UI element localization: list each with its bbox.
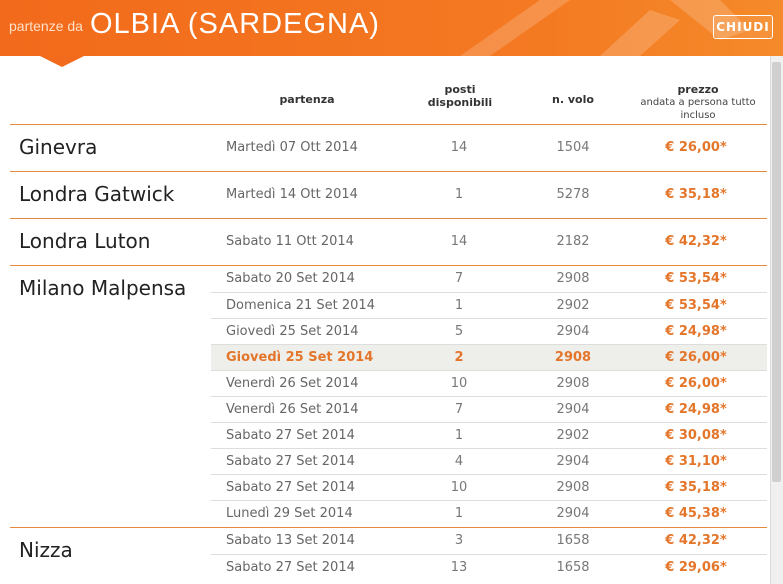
flight-price: € 53,54*: [665, 271, 727, 286]
flight-number: 1658: [556, 533, 590, 548]
available-seats: 4: [454, 454, 464, 469]
available-seats: 2: [454, 350, 464, 365]
flight-number: 2182: [556, 234, 590, 249]
flight-row[interactable]: Sabato 27 Set 2014 4 2904 € 31,10*: [211, 449, 767, 475]
column-header-seats-line2: disponibili: [427, 96, 493, 109]
destination-name: Ginevra: [19, 135, 98, 159]
flight-row[interactable]: Sabato 20 Set 2014 7 2908 € 53,54*: [211, 266, 767, 292]
departure-date: Venerdì 26 Set 2014: [226, 376, 359, 391]
flight-row[interactable]: Sabato 27 Set 2014 13 1658 € 29,06*: [211, 555, 767, 581]
available-seats: 14: [450, 140, 468, 155]
available-seats: 14: [450, 234, 468, 249]
flight-number: 2904: [556, 402, 590, 417]
departure-date: Sabato 27 Set 2014: [226, 480, 355, 495]
departure-date: Sabato 13 Set 2014: [226, 533, 355, 548]
departure-date: Domenica 21 Set 2014: [226, 298, 375, 313]
available-seats: 10: [450, 376, 468, 391]
available-seats: 1: [454, 187, 464, 202]
departure-date: Martedì 14 Ott 2014: [226, 187, 358, 202]
flight-row[interactable]: Domenica 21 Set 2014 1 2902 € 53,54*: [211, 293, 767, 319]
flight-number: 2908: [556, 480, 590, 495]
column-header-price: prezzo andata a persona tutto incluso: [634, 83, 762, 122]
flight-number: 2908: [554, 350, 592, 365]
flight-row[interactable]: Sabato 27 Set 2014 10 2908 € 35,18*: [211, 475, 767, 501]
flight-number: 2908: [556, 271, 590, 286]
header-pointer: [40, 56, 84, 67]
available-seats: 5: [454, 324, 464, 339]
flight-price: € 31,10*: [665, 454, 727, 469]
flight-row[interactable]: Venerdì 26 Set 2014 7 2904 € 24,98*: [211, 397, 767, 423]
flight-price: € 45,38*: [665, 506, 727, 521]
departure-date: Giovedì 25 Set 2014: [226, 350, 374, 365]
flight-number: 2904: [556, 454, 590, 469]
available-seats: 1: [454, 428, 464, 443]
flight-price: € 26,00*: [665, 140, 727, 155]
flight-price: € 42,32*: [665, 533, 727, 548]
flight-row[interactable]: Lunedì 29 Set 2014 1 2904 € 45,38*: [211, 501, 767, 527]
flight-number: 1658: [556, 560, 590, 575]
flight-price: € 24,98*: [665, 324, 727, 339]
flight-number: 5278: [556, 187, 590, 202]
flight-price: € 29,06*: [665, 560, 727, 575]
flight-row[interactable]: Martedì 07 Ott 2014 14 1504 € 26,00*: [211, 135, 767, 161]
available-seats: 7: [454, 271, 464, 286]
destination-name: Milano Malpensa: [19, 276, 187, 300]
page-title: OLBIA (SARDEGNA): [90, 8, 380, 40]
departure-date: Sabato 20 Set 2014: [226, 271, 355, 286]
header-prefix: partenze da: [9, 18, 83, 34]
available-seats: 10: [450, 480, 468, 495]
departure-date: Sabato 27 Set 2014: [226, 560, 355, 575]
flight-row[interactable]: Sabato 27 Set 2014 1 2902 € 30,08*: [211, 423, 767, 449]
flight-price: € 35,18*: [665, 187, 727, 202]
departure-date: Sabato 11 Ott 2014: [226, 234, 354, 249]
header-bar: partenze da OLBIA (SARDEGNA) CHIUDI: [0, 0, 783, 56]
flight-row[interactable]: Sabato 13 Set 2014 3 1658 € 42,32*: [211, 528, 767, 554]
flight-row[interactable]: Venerdì 26 Set 2014 10 2908 € 26,00*: [211, 371, 767, 397]
column-header-departure: partenza: [279, 93, 335, 106]
flight-number: 2902: [556, 428, 590, 443]
departure-date: Giovedì 25 Set 2014: [226, 324, 359, 339]
flight-price: € 35,18*: [665, 480, 727, 495]
column-header-flight: n. volo: [552, 93, 594, 106]
flight-row[interactable]: Giovedì 25 Set 2014 5 2904 € 24,98*: [211, 319, 767, 345]
available-seats: 1: [454, 506, 464, 521]
available-seats: 13: [450, 560, 468, 575]
flight-price: € 53,54*: [665, 298, 727, 313]
destination-name: Londra Luton: [19, 229, 151, 253]
available-seats: 3: [454, 533, 464, 548]
flight-price: € 26,00*: [665, 376, 727, 391]
departure-date: Sabato 27 Set 2014: [226, 454, 355, 469]
flight-number: 2904: [556, 324, 590, 339]
column-header-seats: posti disponibili: [410, 83, 510, 109]
group-separator: [10, 171, 767, 172]
flight-price: € 24,98*: [665, 402, 727, 417]
flight-price: € 30,08*: [665, 428, 727, 443]
flight-number: 1504: [556, 140, 590, 155]
scrollbar-thumb[interactable]: [772, 62, 781, 482]
departure-date: Lunedì 29 Set 2014: [226, 506, 353, 521]
flight-price: € 42,32*: [665, 234, 727, 249]
flight-number: 2904: [556, 506, 590, 521]
flight-row[interactable]: Martedì 14 Ott 2014 1 5278 € 35,18*: [211, 182, 767, 208]
destination-name: Londra Gatwick: [19, 182, 175, 206]
departure-date: Venerdì 26 Set 2014: [226, 402, 359, 417]
flight-row[interactable]: Sabato 11 Ott 2014 14 2182 € 42,32*: [211, 229, 767, 255]
available-seats: 1: [454, 298, 464, 313]
row-separator: [211, 554, 767, 555]
flight-price: € 26,00*: [665, 350, 727, 365]
column-header-seats-line1: posti: [444, 83, 476, 96]
flight-row-selected[interactable]: Giovedì 25 Set 2014 2 2908 € 26,00*: [211, 345, 767, 371]
departure-date: Sabato 27 Set 2014: [226, 428, 355, 443]
departure-date: Martedì 07 Ott 2014: [226, 140, 358, 155]
column-header-price-title: prezzo: [677, 83, 719, 96]
destination-name: Nizza: [19, 538, 73, 562]
close-button[interactable]: CHIUDI: [713, 15, 773, 39]
column-header-price-sub: andata a persona tutto incluso: [640, 97, 756, 121]
group-separator: [10, 218, 767, 219]
group-separator: [10, 124, 767, 125]
flight-number: 2908: [556, 376, 590, 391]
flight-number: 2902: [556, 298, 590, 313]
available-seats: 7: [454, 402, 464, 417]
